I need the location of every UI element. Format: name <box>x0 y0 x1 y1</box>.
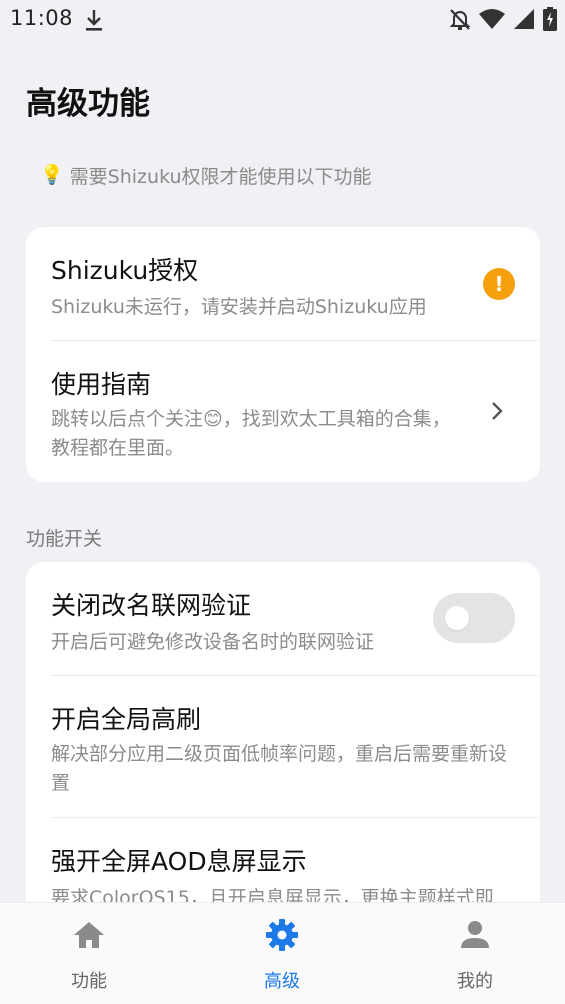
switch-row-rename-verify[interactable]: 关闭改名联网验证 开启后可避免修改设备名时的联网验证 <box>26 562 540 675</box>
bottom-nav: 功能 高级 我的 <box>0 902 565 1004</box>
switch-title: 开启全局高刷 <box>51 705 202 734</box>
shizuku-card: Shizuku授权 Shizuku未运行，请安装并启动Shizuku应用 ! 使… <box>26 227 540 482</box>
chevron-right-icon <box>492 402 503 420</box>
switch-desc: 解决部分应用二级页面低帧率问题，重启后需要重新设置 <box>51 743 508 794</box>
screen: 11:08 高级功能 💡 需要Shizuku权限才能使用以下功能 Shizuku… <box>0 0 565 1004</box>
signal-icon <box>514 9 534 29</box>
person-icon <box>461 921 489 948</box>
rename-verify-toggle[interactable] <box>433 593 515 643</box>
warning-icon: ! <box>483 268 515 300</box>
lightbulb-icon: 💡 <box>40 164 64 186</box>
status-icons <box>449 6 557 32</box>
home-icon <box>74 922 104 948</box>
feature-switches-card: 关闭改名联网验证 开启后可避免修改设备名时的联网验证 开启全局高刷 解决部分应用… <box>26 562 540 922</box>
nav-label-advanced: 高级 <box>264 971 300 992</box>
bell-off-icon <box>449 9 471 30</box>
status-time: 11:08 <box>10 6 74 30</box>
switch-title: 关闭改名联网验证 <box>51 591 252 620</box>
hint-text: 需要Shizuku权限才能使用以下功能 <box>69 166 372 188</box>
guide-row[interactable]: 使用指南 跳转以后点个关注😊，找到欢太工具箱的合集，教程都在里面。 <box>26 341 540 482</box>
status-bar: 11:08 <box>0 0 565 40</box>
guide-desc: 跳转以后点个关注😊，找到欢太工具箱的合集，教程都在里面。 <box>51 408 451 459</box>
shizuku-auth-row[interactable]: Shizuku授权 Shizuku未运行，请安装并启动Shizuku应用 ! <box>26 227 540 341</box>
switch-row-global-refresh[interactable]: 开启全局高刷 解决部分应用二级页面低帧率问题，重启后需要重新设置 <box>26 676 540 817</box>
shizuku-auth-title: Shizuku授权 <box>51 256 199 285</box>
gear-icon <box>266 919 298 951</box>
switch-desc: 开启后可避免修改设备名时的联网验证 <box>51 631 375 653</box>
switch-title: 强开全屏AOD息屏显示 <box>51 847 307 876</box>
nav-label-mine: 我的 <box>457 971 493 992</box>
permission-hint: 💡 需要Shizuku权限才能使用以下功能 <box>40 162 372 189</box>
guide-title: 使用指南 <box>51 370 152 399</box>
nav-label-features: 功能 <box>71 971 107 992</box>
toggle-knob <box>445 606 469 630</box>
nav-item-advanced[interactable]: 高级 <box>212 903 352 1004</box>
page-title: 高级功能 <box>26 86 150 122</box>
nav-item-mine[interactable]: 我的 <box>405 903 545 1004</box>
shizuku-auth-desc: Shizuku未运行，请安装并启动Shizuku应用 <box>51 296 427 318</box>
section-label: 功能开关 <box>26 528 103 550</box>
wifi-icon <box>479 9 505 29</box>
nav-item-features[interactable]: 功能 <box>19 903 159 1004</box>
battery-charging-icon <box>543 7 557 31</box>
download-icon <box>86 10 102 31</box>
